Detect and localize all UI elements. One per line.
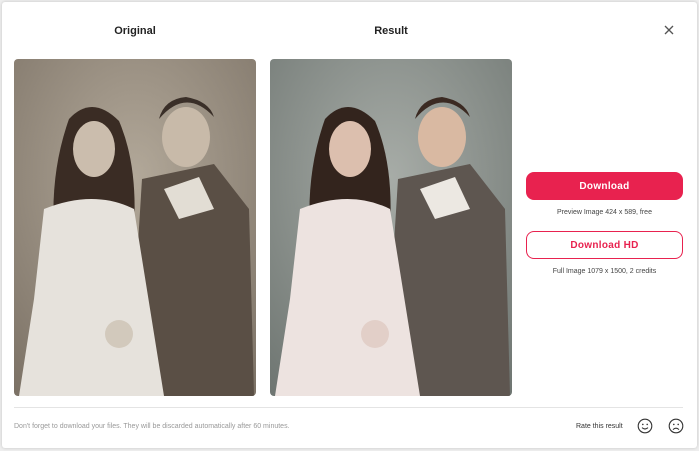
download-hd-note: Full Image 1079 x 1500, 2 credits — [552, 268, 657, 275]
rate-happy-button[interactable] — [637, 418, 653, 434]
close-icon — [664, 25, 674, 35]
close-button[interactable] — [661, 22, 677, 38]
result-photo — [270, 59, 512, 396]
download-button[interactable]: Download — [526, 172, 683, 200]
rate-label: Rate this result — [576, 423, 623, 430]
result-modal: Original Result Download Preview Image 4… — [2, 2, 697, 448]
original-title: Original — [114, 25, 156, 37]
retention-note: Don't forget to download your files. The… — [14, 423, 290, 430]
download-note: Preview Image 424 x 589, free — [557, 209, 652, 216]
download-hd-button[interactable]: Download HD — [526, 231, 683, 259]
result-title: Result — [374, 25, 408, 37]
footer-divider — [14, 407, 683, 408]
original-photo — [14, 59, 256, 396]
smile-icon — [637, 418, 653, 434]
rate-sad-button[interactable] — [668, 418, 684, 434]
frown-icon — [668, 418, 684, 434]
